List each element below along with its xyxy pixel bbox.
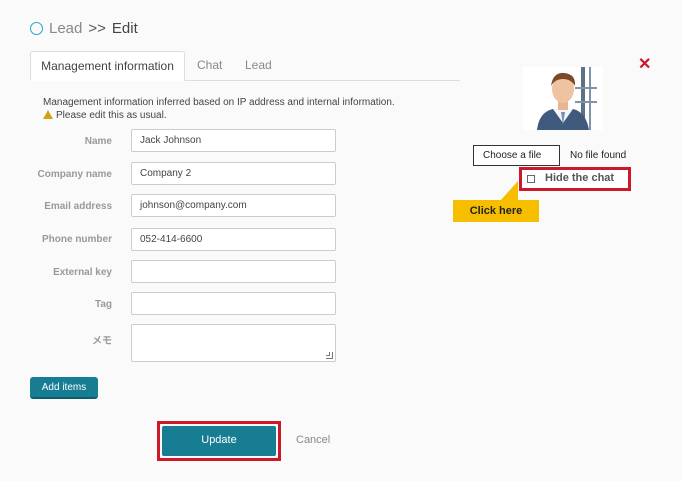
name-input[interactable]: Jack Johnson (131, 129, 336, 152)
tag-label: Tag (94, 299, 112, 310)
tab-chat[interactable]: Chat (197, 51, 222, 81)
resize-handle-icon[interactable] (326, 352, 333, 359)
info-line-1: Management information inferred based on… (43, 97, 395, 108)
avatar (523, 67, 603, 130)
update-button[interactable]: Update (162, 426, 276, 456)
info-text: Management information inferred based on… (43, 96, 395, 122)
external-key-label: External key (53, 267, 112, 278)
circle-icon (30, 22, 43, 35)
email-address-input[interactable]: johnson@company.com (131, 194, 336, 217)
close-icon[interactable]: ✕ (638, 54, 651, 74)
file-status: No file found (570, 150, 627, 161)
memo-label: メモ (92, 336, 112, 347)
hide-chat-checkbox[interactable] (527, 175, 535, 183)
info-line-2: Please edit this as usual. (56, 110, 167, 121)
choose-file-button[interactable]: Choose a file (473, 145, 560, 166)
cancel-button[interactable]: Cancel (296, 434, 330, 446)
hide-chat-label[interactable]: Hide the chat (545, 172, 614, 184)
company-name-input[interactable]: Company 2 (131, 162, 336, 185)
add-items-button[interactable]: Add items (30, 377, 98, 399)
tab-bar: Management information Chat Lead (30, 51, 460, 81)
email-address-label: Email address (44, 201, 112, 212)
warning-icon (43, 110, 53, 119)
breadcrumb-separator: >> (88, 20, 106, 37)
page-header: Lead >> Edit (30, 20, 138, 37)
page-title: Edit (111, 20, 138, 37)
avatar-portrait-icon (523, 67, 603, 130)
external-key-input[interactable] (131, 260, 336, 283)
click-here-callout: Click here (453, 200, 539, 222)
callout-pointer (500, 181, 518, 201)
company-name-label: Company name (37, 169, 112, 180)
tab-lead[interactable]: Lead (245, 51, 272, 81)
memo-textarea[interactable] (131, 324, 336, 362)
tab-management-information[interactable]: Management information (30, 51, 185, 81)
phone-number-label: Phone number (41, 234, 112, 245)
breadcrumb-lead[interactable]: Lead (49, 20, 82, 37)
tag-input[interactable] (131, 292, 336, 315)
phone-number-input[interactable]: 052-414-6600 (131, 228, 336, 251)
name-label: Name (84, 136, 112, 147)
